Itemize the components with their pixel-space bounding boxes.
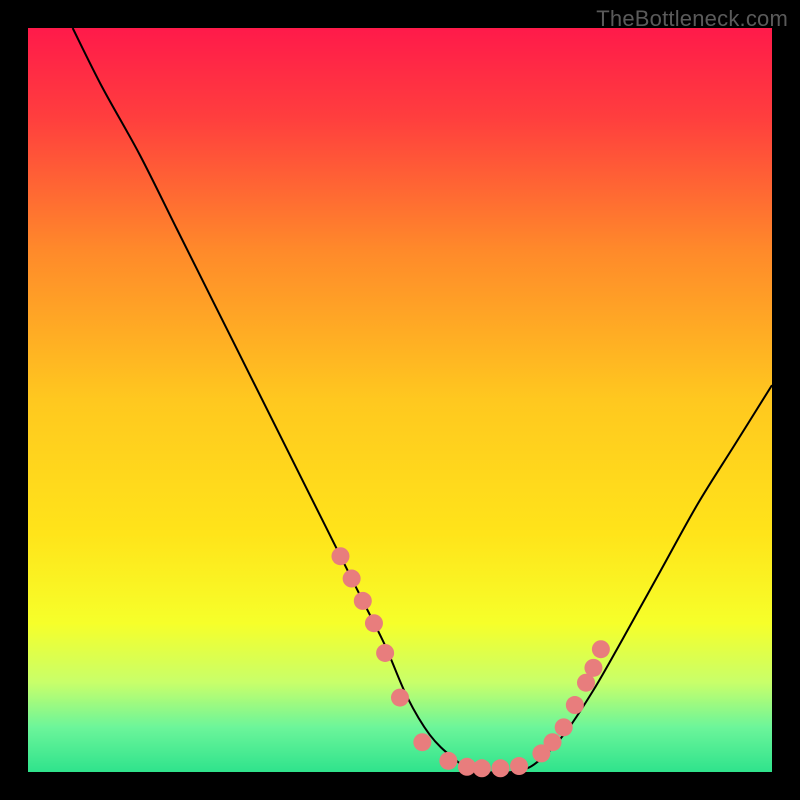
highlight-dot <box>555 718 573 736</box>
highlight-dot <box>439 752 457 770</box>
highlight-dot <box>354 592 372 610</box>
highlight-dot <box>365 614 383 632</box>
bottleneck-chart <box>0 0 800 800</box>
highlight-dot <box>391 689 409 707</box>
highlight-dot <box>343 570 361 588</box>
highlight-dot <box>376 644 394 662</box>
highlight-dot <box>491 759 509 777</box>
watermark-text: TheBottleneck.com <box>596 6 788 32</box>
highlight-dot <box>510 757 528 775</box>
plot-background <box>28 28 772 772</box>
highlight-dot <box>544 733 562 751</box>
highlight-dot <box>592 640 610 658</box>
highlight-dot <box>331 547 349 565</box>
highlight-dot <box>413 733 431 751</box>
chart-frame: TheBottleneck.com <box>0 0 800 800</box>
highlight-dot <box>566 696 584 714</box>
highlight-dot <box>473 759 491 777</box>
highlight-dot <box>584 659 602 677</box>
